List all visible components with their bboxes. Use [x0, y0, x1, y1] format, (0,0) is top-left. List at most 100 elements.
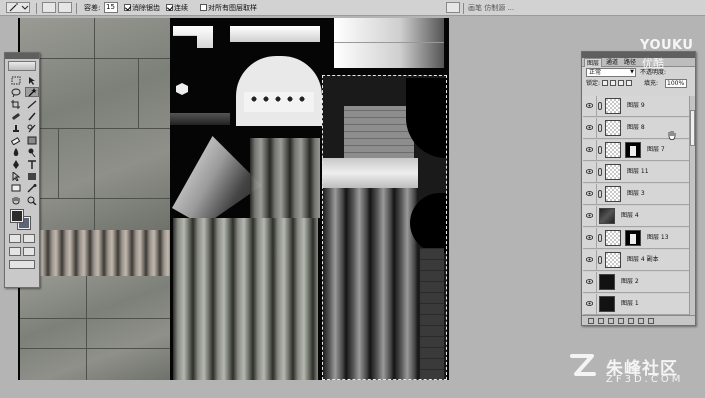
- new-group-icon[interactable]: [628, 318, 634, 324]
- document-canvas[interactable]: [18, 18, 449, 380]
- history-brush-tool-icon[interactable]: [25, 123, 39, 133]
- visibility-eye-icon[interactable]: [586, 103, 593, 108]
- layer-thumbnail[interactable]: [605, 164, 621, 180]
- notes-tool-icon[interactable]: [9, 183, 23, 193]
- scrollbar-thumb[interactable]: [690, 110, 695, 146]
- sample-all-layers-checkbox[interactable]: 对所有图层取样: [200, 3, 257, 13]
- layer-thumbnail[interactable]: [605, 98, 621, 114]
- tab-layers[interactable]: 图层: [584, 58, 603, 67]
- full-screen-mode-icon[interactable]: [23, 247, 35, 256]
- contiguous-checkbox[interactable]: 连续: [166, 3, 188, 13]
- healing-brush-tool-icon[interactable]: [9, 111, 23, 121]
- uv-white-strip: [230, 26, 320, 42]
- layer-row[interactable]: 图层 4 副本: [583, 250, 689, 271]
- visibility-eye-icon[interactable]: [586, 169, 593, 174]
- dodge-tool-icon[interactable]: [25, 147, 39, 157]
- link-layers-icon[interactable]: [588, 318, 594, 324]
- layer-name: 图层 7: [647, 146, 665, 153]
- layer-style-icon[interactable]: [598, 318, 604, 324]
- screen-mode-icon[interactable]: [9, 247, 21, 256]
- adjustment-layer-icon[interactable]: [618, 318, 624, 324]
- layers-panel-footer: [582, 315, 695, 325]
- options-divider: [463, 3, 464, 14]
- visibility-eye-icon[interactable]: [586, 257, 593, 262]
- fill-label: 填充:: [644, 80, 659, 87]
- layer-thumbnail[interactable]: [605, 120, 621, 136]
- path-selection-tool-icon[interactable]: [9, 171, 23, 181]
- add-mask-icon[interactable]: [608, 318, 614, 324]
- shape-tool-icon[interactable]: [25, 171, 39, 181]
- layer-thumbnail[interactable]: [599, 274, 615, 290]
- eyedropper-tool-icon[interactable]: [25, 183, 39, 193]
- layer-thumbnail[interactable]: [599, 296, 615, 312]
- clone-stamp-tool-icon[interactable]: [9, 123, 23, 133]
- tools-panel-header[interactable]: [5, 53, 39, 59]
- brush-tool-icon[interactable]: [25, 111, 39, 121]
- layer-mask-thumbnail[interactable]: [625, 142, 641, 158]
- layer-row[interactable]: 图层 4: [583, 206, 689, 227]
- visibility-eye-icon[interactable]: [586, 235, 593, 240]
- visibility-eye-icon[interactable]: [586, 125, 593, 130]
- standard-mode-icon[interactable]: [9, 234, 21, 243]
- layer-thumbnail[interactable]: [605, 142, 621, 158]
- visibility-eye-icon[interactable]: [586, 213, 593, 218]
- layer-row[interactable]: 图层 3: [583, 184, 689, 205]
- move-tool-icon[interactable]: [25, 75, 39, 85]
- fill-input[interactable]: 100%: [665, 79, 687, 88]
- layer-separator: [596, 118, 597, 138]
- uv-block-piece: [334, 18, 444, 68]
- quick-mask-mode-icon[interactable]: [23, 234, 35, 243]
- layer-row[interactable]: 图层 11: [583, 162, 689, 183]
- type-tool-icon[interactable]: [25, 159, 39, 169]
- blend-mode-select[interactable]: 正常 ▼: [586, 68, 636, 77]
- marquee-tool-icon[interactable]: [9, 75, 23, 85]
- visibility-eye-icon[interactable]: [586, 191, 593, 196]
- stone-joint: [20, 58, 170, 59]
- layer-list-scrollbar[interactable]: [689, 96, 695, 316]
- visibility-eye-icon[interactable]: [586, 147, 593, 152]
- slice-tool-icon[interactable]: [25, 99, 39, 109]
- lock-position-icon[interactable]: [618, 80, 624, 86]
- layer-row[interactable]: 图层 7: [583, 140, 689, 161]
- jump-to-imageready-icon[interactable]: [9, 260, 35, 269]
- blur-tool-icon[interactable]: [9, 147, 23, 157]
- trash-icon[interactable]: [648, 318, 654, 324]
- crop-tool-icon[interactable]: [9, 99, 23, 109]
- layer-row[interactable]: 图层 2: [583, 272, 689, 293]
- layers-panel-tabs: 图层 通道 路径: [582, 58, 695, 67]
- visibility-eye-icon[interactable]: [586, 279, 593, 284]
- workspace-button[interactable]: [446, 2, 460, 13]
- layer-row[interactable]: 图层 13: [583, 228, 689, 249]
- tab-channels[interactable]: 通道: [604, 58, 620, 67]
- layer-thumbnail[interactable]: [605, 186, 621, 202]
- gradient-tool-icon[interactable]: [25, 135, 39, 145]
- layer-row[interactable]: 图层 1: [583, 294, 689, 315]
- layer-link-icon: [598, 102, 602, 110]
- magic-wand-tool-icon[interactable]: [25, 87, 39, 97]
- layer-thumbnail[interactable]: [605, 252, 621, 268]
- lock-all-icon[interactable]: [626, 80, 632, 86]
- lasso-tool-icon[interactable]: [9, 87, 23, 97]
- pen-tool-icon[interactable]: [9, 159, 23, 169]
- layer-thumbnail[interactable]: [599, 208, 615, 224]
- eraser-tool-icon[interactable]: [9, 135, 23, 145]
- panel-dock-tabs[interactable]: 画笔 仿制源 ...: [468, 3, 514, 13]
- layer-separator: [596, 184, 597, 204]
- new-selection-icon[interactable]: [42, 2, 56, 13]
- anti-alias-checkbox[interactable]: 消除锯齿: [124, 3, 160, 13]
- layers-panel: 图层 通道 路径 正常 ▼ 不透明度: 锁定: 填充: 100% 图层 9 图层 8…: [581, 51, 696, 326]
- layer-thumbnail[interactable]: [605, 230, 621, 246]
- lock-transparency-icon[interactable]: [602, 80, 608, 86]
- lock-pixels-icon[interactable]: [610, 80, 616, 86]
- zoom-tool-icon[interactable]: [25, 195, 39, 205]
- foreground-color-swatch[interactable]: [10, 209, 24, 223]
- tab-paths[interactable]: 路径: [622, 58, 638, 67]
- visibility-eye-icon[interactable]: [586, 301, 593, 306]
- add-to-selection-icon[interactable]: [58, 2, 72, 13]
- hand-tool-icon[interactable]: [9, 195, 23, 205]
- layer-mask-thumbnail[interactable]: [625, 230, 641, 246]
- new-layer-icon[interactable]: [638, 318, 644, 324]
- tolerance-input[interactable]: 15: [104, 2, 118, 13]
- layer-row[interactable]: 图层 9: [583, 96, 689, 117]
- magic-wand-preset-icon[interactable]: [6, 2, 30, 13]
